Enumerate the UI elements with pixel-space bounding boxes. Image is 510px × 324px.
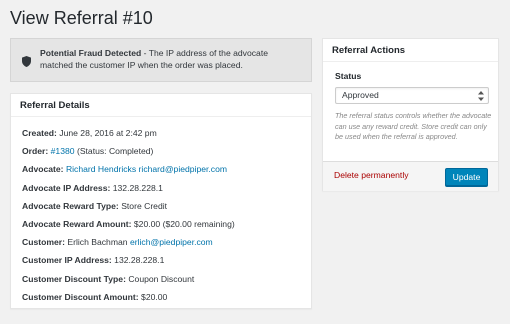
status-select[interactable]: Approved bbox=[335, 87, 489, 104]
status-help-text: The referral status controls whether the… bbox=[335, 111, 492, 141]
shield-icon bbox=[22, 56, 31, 67]
detail-label: Advocate Reward Type: bbox=[22, 200, 119, 211]
advocate-name-link[interactable]: Richard Hendricks bbox=[66, 164, 136, 174]
referral-details-title: Referral Details bbox=[11, 94, 311, 117]
delete-permanently-link[interactable]: Delete permanently bbox=[334, 170, 409, 180]
customer-email-link[interactable]: erlich@piedpiper.com bbox=[130, 237, 213, 247]
fraud-notice: Potential Fraud Detected - The IP addres… bbox=[10, 38, 312, 82]
detail-label: Customer IP Address: bbox=[22, 255, 112, 266]
page-title: View Referral #10 bbox=[10, 8, 153, 28]
customer-name: Erlich Bachman bbox=[67, 237, 128, 248]
detail-row-order: Order: #1380 (Status: Completed) bbox=[22, 142, 311, 160]
detail-row-advocate-ip: Advocate IP Address: 132.28.228.1 bbox=[22, 179, 311, 197]
detail-row-customer: Customer: Erlich Bachman erlich@piedpipe… bbox=[22, 233, 311, 251]
order-status: (Status: Completed) bbox=[76, 146, 154, 157]
advocate-email-link[interactable]: richard@piedpiper.com bbox=[139, 164, 228, 174]
select-arrows-icon bbox=[478, 91, 484, 101]
detail-row-customer-discount-amount: Customer Discount Amount: $20.00 bbox=[22, 288, 311, 306]
detail-value: $20.00 bbox=[141, 291, 168, 302]
referral-details-panel: Referral Details Created: June 28, 2016 … bbox=[10, 93, 312, 309]
detail-value: Store Credit bbox=[121, 200, 168, 211]
actions-footer: Delete permanently Update bbox=[323, 161, 498, 191]
detail-label: Customer: bbox=[22, 237, 65, 248]
detail-value: Coupon Discount bbox=[128, 273, 195, 284]
detail-value: $20.00 ($20.00 remaining) bbox=[133, 218, 235, 229]
detail-row-created: Created: June 28, 2016 at 2:42 pm bbox=[22, 124, 311, 142]
detail-label: Customer Discount Amount: bbox=[22, 291, 139, 302]
detail-label: Customer Discount Type: bbox=[22, 273, 126, 284]
detail-row-advocate-reward-amount: Advocate Reward Amount: $20.00 ($20.00 r… bbox=[22, 215, 311, 233]
detail-label: Advocate: bbox=[22, 164, 64, 175]
detail-label: Advocate IP Address: bbox=[22, 182, 111, 193]
notice-message: Potential Fraud Detected - The IP addres… bbox=[40, 47, 302, 71]
detail-row-advocate-reward-type: Advocate Reward Type: Store Credit bbox=[22, 197, 311, 215]
detail-value: 132.28.228.1 bbox=[114, 255, 165, 266]
detail-label: Created: bbox=[22, 128, 57, 138]
detail-value: June 28, 2016 at 2:42 pm bbox=[59, 128, 157, 138]
referral-actions-panel: Referral Actions Status Approved The ref… bbox=[322, 38, 499, 191]
detail-row-customer-ip: Customer IP Address: 132.28.228.1 bbox=[22, 251, 311, 269]
detail-row-customer-discount-type: Customer Discount Type: Coupon Discount bbox=[22, 270, 311, 288]
update-button[interactable]: Update bbox=[445, 168, 488, 186]
order-link[interactable]: #1380 bbox=[51, 146, 75, 156]
detail-row-advocate: Advocate: Richard Hendricks richard@pied… bbox=[22, 160, 311, 178]
referral-actions-title: Referral Actions bbox=[323, 39, 498, 62]
detail-label: Advocate Reward Amount: bbox=[22, 218, 132, 229]
detail-label: Order: bbox=[22, 146, 49, 157]
status-label: Status bbox=[335, 71, 362, 81]
notice-title: Potential Fraud Detected bbox=[40, 48, 142, 58]
status-select-value: Approved bbox=[342, 90, 379, 100]
detail-value: 132.28.228.1 bbox=[112, 182, 163, 193]
